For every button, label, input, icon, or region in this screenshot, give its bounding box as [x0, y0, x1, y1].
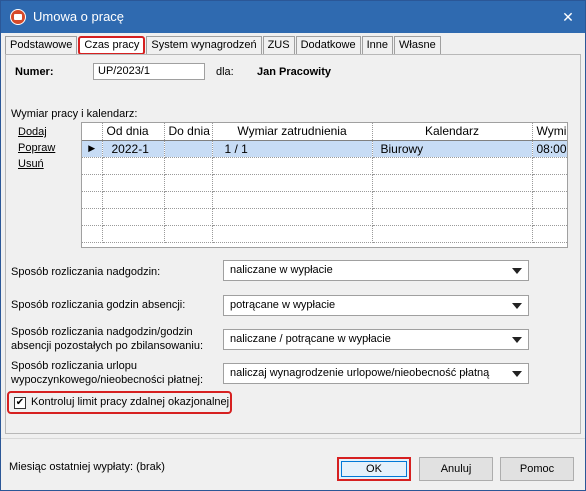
tab-strip: Podstawowe Czas pracy System wynagrodzeń…	[5, 36, 442, 55]
close-icon[interactable]: ✕	[560, 9, 576, 25]
overtime-absence-select[interactable]: naliczane / potrącane w wypłacie	[223, 329, 529, 350]
tab-zus[interactable]: ZUS	[262, 36, 295, 54]
tab-wlasne[interactable]: Własne	[394, 36, 441, 54]
add-link[interactable]: Dodaj	[18, 126, 47, 138]
chevron-down-icon	[512, 337, 522, 343]
tab-system-wynagrodzen[interactable]: System wynagrodzeń	[146, 36, 262, 54]
help-button[interactable]: Pomoc	[500, 457, 574, 481]
table-row[interactable]: ▶ 2022-1 1 / 1 Biurowy 08:00	[82, 140, 567, 158]
overtime-absence-label-line2: absencji pozostałych po zbilansowaniu:	[11, 340, 204, 352]
chevron-down-icon	[512, 371, 522, 377]
overtime-absence-value: naliczane / potrącane w wypłacie	[230, 333, 391, 345]
cancel-button[interactable]: Anuluj	[419, 457, 493, 481]
col-header-kalendarz[interactable]: Kalendarz	[372, 123, 533, 141]
tab-dodatkowe[interactable]: Dodatkowe	[295, 36, 361, 54]
table-row-empty[interactable]	[82, 157, 567, 175]
remote-limit-checkbox[interactable]: ✔	[14, 397, 26, 409]
cell-wymi[interactable]: 08:00	[532, 140, 567, 158]
overtime-absence-label-line1: Sposób rozliczania nadgodzin/godzin	[11, 326, 193, 338]
remote-limit-checkbox-row[interactable]: ✔ Kontroluj limit pracy zdalnej okazjona…	[7, 391, 232, 414]
grid-header-indicator	[82, 123, 103, 141]
cell-wymiar[interactable]: 1 / 1	[212, 140, 373, 158]
chevron-down-icon	[512, 303, 522, 309]
cell-do-dnia[interactable]	[164, 140, 213, 158]
cell-od-dnia[interactable]: 2022-1	[102, 140, 165, 158]
app-icon	[10, 9, 26, 25]
table-row-empty[interactable]	[82, 174, 567, 192]
work-time-grid[interactable]: Od dnia Do dnia Wymiar zatrudnienia Kale…	[81, 122, 568, 248]
col-header-od-dnia[interactable]: Od dnia	[102, 123, 165, 141]
overtime-value: naliczane w wypłacie	[230, 264, 333, 276]
employee-name: Jan Pracowity	[257, 66, 331, 78]
remote-limit-label[interactable]: Kontroluj limit pracy zdalnej okazjonaln…	[31, 396, 229, 408]
col-header-wymi[interactable]: Wymi	[532, 123, 567, 141]
dla-label: dla:	[216, 66, 234, 78]
leave-label: Sposób rozliczania urlopu wypoczynkowego…	[11, 359, 203, 387]
window-title: Umowa o pracę	[33, 9, 125, 24]
overtime-select[interactable]: naliczane w wypłacie	[223, 260, 529, 281]
dialog-window: Umowa o pracę ✕ Podstawowe Czas pracy Sy…	[0, 0, 586, 491]
title-bar[interactable]: Umowa o pracę ✕	[1, 1, 585, 33]
leave-value: naliczaj wynagrodzenie urlopowe/nieobecn…	[230, 367, 490, 379]
chevron-down-icon	[512, 268, 522, 274]
leave-select[interactable]: naliczaj wynagrodzenie urlopowe/nieobecn…	[223, 363, 529, 384]
overtime-label: Sposób rozliczania nadgodzin:	[11, 266, 161, 278]
leave-label-line1: Sposób rozliczania urlopu	[11, 360, 137, 372]
col-header-wymiar[interactable]: Wymiar zatrudnienia	[212, 123, 373, 141]
numer-field[interactable]: UP/2023/1	[93, 63, 205, 80]
row-indicator-icon: ▶	[82, 140, 103, 158]
tab-podstawowe[interactable]: Podstawowe	[5, 36, 78, 54]
table-row-empty[interactable]	[82, 191, 567, 209]
table-row-empty[interactable]	[82, 225, 567, 243]
tab-czas-pracy[interactable]: Czas pracy	[78, 36, 146, 55]
grid-header-row: Od dnia Do dnia Wymiar zatrudnienia Kale…	[82, 123, 567, 141]
table-row-empty[interactable]	[82, 208, 567, 226]
tab-inne[interactable]: Inne	[361, 36, 394, 54]
ok-button[interactable]: OK	[337, 457, 411, 481]
delete-link[interactable]: Usuń	[18, 158, 44, 170]
leave-label-line2: wypoczynkowego/nieobecności płatnej:	[11, 374, 204, 386]
last-payment-text: Miesiąc ostatniej wypłaty: (brak)	[9, 461, 165, 473]
footer-divider	[1, 438, 585, 439]
col-header-do-dnia[interactable]: Do dnia	[164, 123, 213, 141]
numer-label: Numer:	[15, 66, 54, 78]
absence-label: Sposób rozliczania godzin absencji:	[11, 299, 186, 311]
absence-value: potrącane w wypłacie	[230, 299, 336, 311]
section-title: Wymiar pracy i kalendarz:	[11, 108, 138, 120]
absence-select[interactable]: potrącane w wypłacie	[223, 295, 529, 316]
edit-link[interactable]: Popraw	[18, 142, 55, 154]
overtime-absence-label: Sposób rozliczania nadgodzin/godzin abse…	[11, 325, 203, 353]
cell-kalendarz[interactable]: Biurowy	[372, 140, 533, 158]
